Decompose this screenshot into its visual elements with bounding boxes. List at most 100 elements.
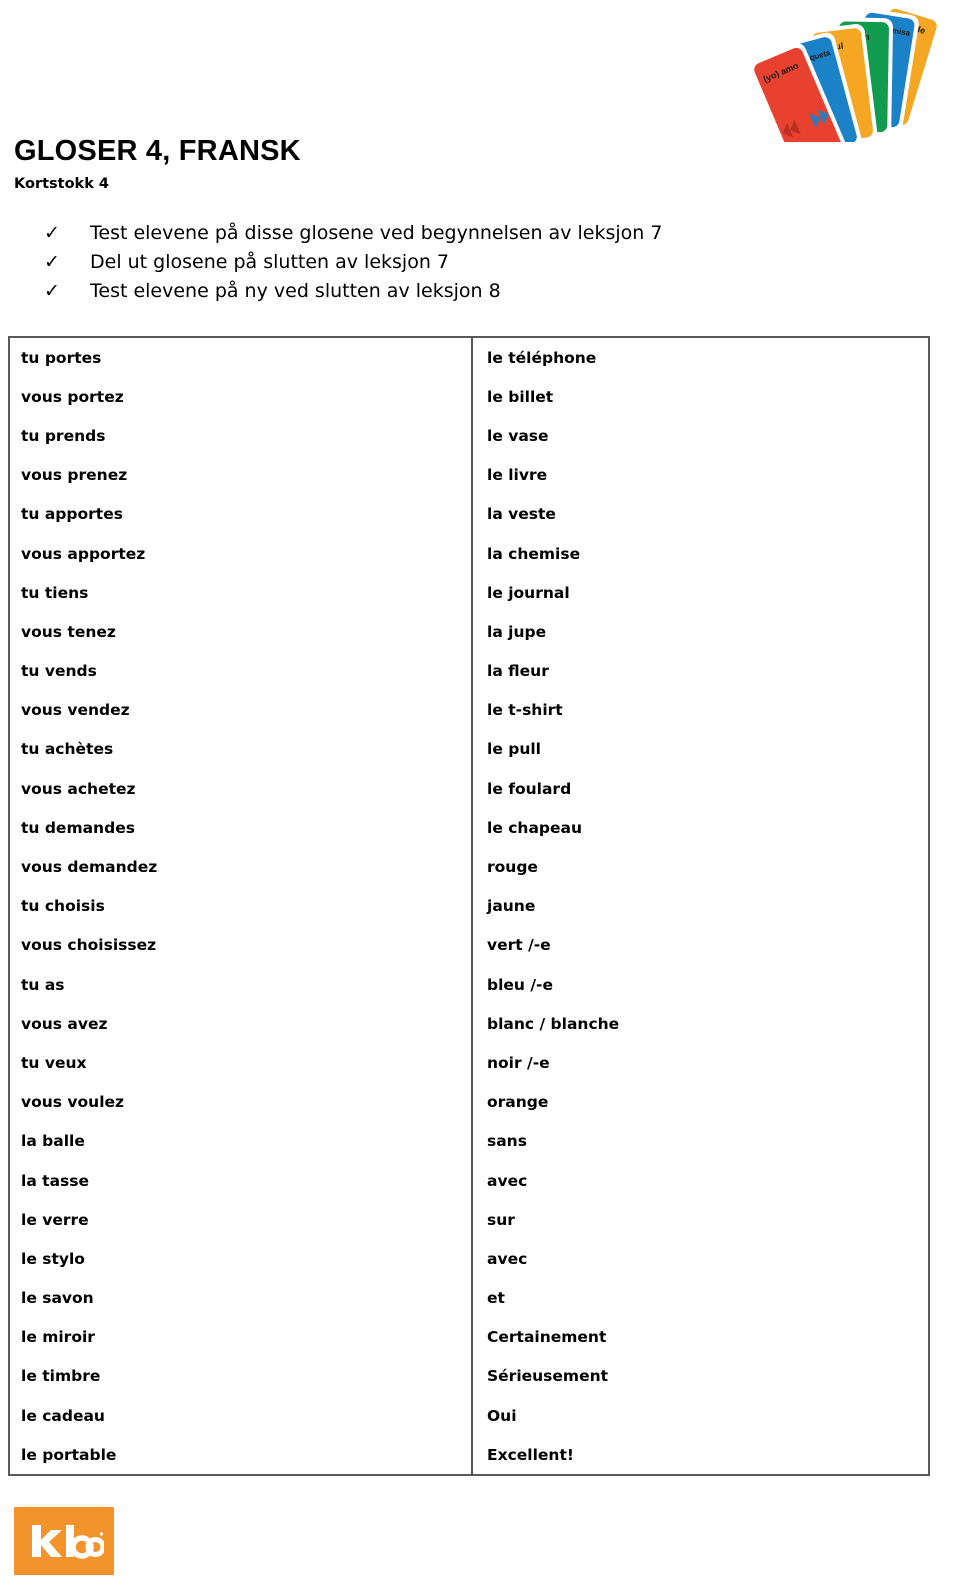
table-row: vous tenez la jupe [10,612,928,652]
glossary-cell-right: le pull [487,740,541,759]
glossary-cell-right: jaune [487,897,536,916]
glossary-cell-right: et [487,1289,505,1308]
table-row: vous vendez le t-shirt [10,690,928,730]
table-row: vous avez blanc / blanche [10,1004,928,1044]
glossary-cell-left: tu demandes [10,808,473,848]
glossary-cell-left: vous voulez [10,1082,473,1122]
glossary-cell-left: tu vends [10,651,473,691]
glossary-cell-left: le cadeau [10,1396,473,1436]
glossary-cell-right: le foulard [487,779,572,798]
table-row: le timbre Sérieusement [10,1356,928,1397]
table-row: tu choisis jaune [10,886,928,926]
glossary-cell-right: sans [487,1132,527,1151]
glossary-cell-right: le téléphone [487,348,597,367]
checkmark-icon: ✓ [44,222,60,244]
glossary-cell-left: tu tiens [10,573,473,613]
glossary-cell-right: sur [487,1210,515,1229]
kloo-logo [14,1507,114,1575]
glossary-cell-right: le vase [487,426,549,445]
table-row: tu demandes le chapeau [10,808,928,848]
glossary-cell-left: tu veux [10,1043,473,1083]
table-row: tu achètes le pull [10,729,928,770]
glossary-cell-right: le billet [487,387,554,406]
instruction-item: ✓ Test elevene på ny ved slutten av leks… [44,280,804,309]
glossary-cell-right: le journal [487,583,570,602]
glossary-cell-right: rouge [487,858,538,877]
instruction-text: Del ut glosene på slutten av leksjon 7 [90,251,449,273]
table-row: tu vends la fleur [10,651,928,691]
glossary-cell-left: la tasse [10,1160,473,1201]
glossary-cell-right: orange [487,1093,549,1112]
glossary-cell-left: vous tenez [10,612,473,652]
card-fan-illustration: grande una camisa Con azul [748,2,954,142]
instructions-list: ✓ Test elevene på disse glosene ved begy… [44,222,804,309]
glossary-cell-right: Oui [487,1406,517,1425]
table-row: vous achetez le foulard [10,769,928,809]
table-row: la tasse avec [10,1160,928,1201]
glossary-cell-left: tu achètes [10,729,473,770]
glossary-cell-right: Sérieusement [487,1367,609,1386]
table-row: tu as bleu /-e [10,965,928,1005]
glossary-cell-right: le chapeau [487,818,583,837]
glossary-cell-left: le verre [10,1200,473,1240]
instruction-item: ✓ Del ut glosene på slutten av leksjon 7 [44,251,804,280]
glossary-cell-right: avec [487,1171,528,1190]
glossary-cell-left: vous apportez [10,533,473,574]
glossary-table: tu portes le téléphone vous portez le bille… [8,336,930,1477]
glossary-table-grid: tu portes le téléphone vous portez le bille… [10,338,928,1475]
glossary-cell-right: le t-shirt [487,701,563,720]
glossary-cell-right: noir /-e [487,1053,550,1072]
glossary-cell-right: la fleur [487,662,549,681]
glossary-cell-left: le portable [10,1435,473,1475]
glossary-cell-left: le miroir [10,1317,473,1357]
glossary-cell-right: Excellent! [487,1445,574,1464]
glossary-cell-left: la balle [10,1121,473,1161]
table-row: vous prenez le livre [10,455,928,495]
glossary-cell-right: avec [487,1249,528,1268]
glossary-cell-right: la veste [487,505,556,524]
table-row: la balle sans [10,1121,928,1161]
glossary-cell-right: la jupe [487,622,547,641]
glossary-cell-left: vous achetez [10,769,473,809]
glossary-cell-left: vous choisissez [10,925,473,965]
table-row: le cadeau Oui [10,1396,928,1436]
checkmark-icon: ✓ [44,251,60,273]
table-row: le verre sur [10,1200,928,1240]
glossary-cell-left: vous avez [10,1004,473,1044]
glossary-cell-left: vous vendez [10,690,473,730]
glossary-cell-left: tu apportes [10,494,473,534]
glossary-cell-left: le savon [10,1278,473,1318]
table-row: vous choisissez vert /-e [10,925,928,965]
table-row: vous demandez rouge [10,847,928,887]
instruction-item: ✓ Test elevene på disse glosene ved begy… [44,222,804,251]
table-row: tu prends le vase [10,416,928,456]
glossary-cell-left: vous portez [10,377,473,417]
checkmark-icon: ✓ [44,280,60,302]
table-row: le savon et [10,1278,928,1318]
table-row: vous voulez orange [10,1082,928,1122]
table-row: vous apportez la chemise [10,533,928,574]
glossary-cell-right: la chemise [487,544,581,563]
glossary-cell-left: vous prenez [10,455,473,495]
table-row: le miroir Certainement [10,1317,928,1357]
glossary-cell-left: tu prends [10,416,473,456]
table-row: tu portes le téléphone [10,338,928,378]
table-row: tu tiens le journal [10,573,928,613]
page-subtitle: Kortstokk 4 [14,176,109,192]
instruction-text: Test elevene på ny ved slutten av leksjo… [90,280,501,302]
glossary-cell-left: tu portes [10,338,473,378]
glossary-cell-right: Certainement [487,1328,607,1347]
table-row: le portable Excellent! [10,1435,928,1475]
glossary-cell-right: blanc / blanche [487,1014,620,1033]
instruction-text: Test elevene på disse glosene ved begynn… [90,222,663,244]
glossary-cell-right: le livre [487,466,548,485]
glossary-cell-right: bleu /-e [487,975,553,994]
table-row: le stylo avec [10,1239,928,1279]
glossary-cell-left: le stylo [10,1239,473,1279]
table-row: tu apportes la veste [10,494,928,534]
page-title: GLOSER 4, FRANSK [14,135,301,167]
glossary-cell-right: vert /-e [487,936,551,955]
glossary-cell-left: tu as [10,965,473,1005]
table-row: tu veux noir /-e [10,1043,928,1083]
kloo-wordmark [32,1525,104,1559]
